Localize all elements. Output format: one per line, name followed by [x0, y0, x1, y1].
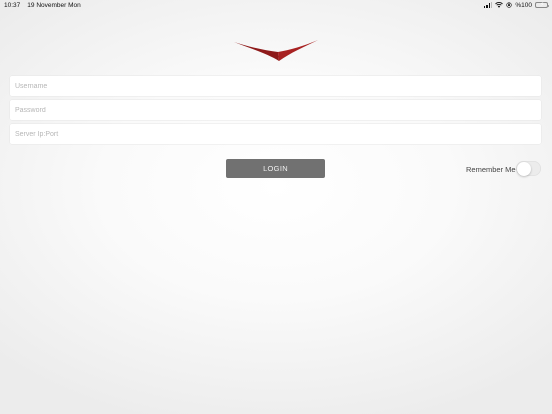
remember-me-label: Remember Me: [466, 164, 516, 174]
remember-me-toggle[interactable]: [516, 161, 541, 176]
location-lock-icon: [506, 2, 512, 8]
chevron-wings-logo: [234, 40, 318, 61]
status-right: %100 ⚡: [483, 1, 550, 9]
username-input[interactable]: [10, 76, 541, 96]
login-button[interactable]: LOGIN: [226, 159, 325, 178]
logo-left-wing: [234, 42, 279, 61]
charging-bolt-icon: ⚡: [540, 1, 545, 8]
password-input[interactable]: [10, 100, 541, 120]
cellular-signal-icon: [483, 2, 493, 8]
status-time: 10:37: [4, 2, 21, 9]
battery-percentage: %100: [515, 1, 532, 9]
server-address-input[interactable]: [10, 124, 541, 144]
logo-right-wing: [278, 40, 318, 61]
battery-icon: ⚡: [535, 1, 550, 8]
status-date: 19 November Mon: [27, 2, 81, 9]
status-left: 10:37 19 November Mon: [4, 2, 81, 9]
status-bar: 10:37 19 November Mon %100 ⚡: [0, 0, 552, 12]
toggle-knob: [516, 161, 531, 176]
wifi-icon: [495, 2, 504, 8]
